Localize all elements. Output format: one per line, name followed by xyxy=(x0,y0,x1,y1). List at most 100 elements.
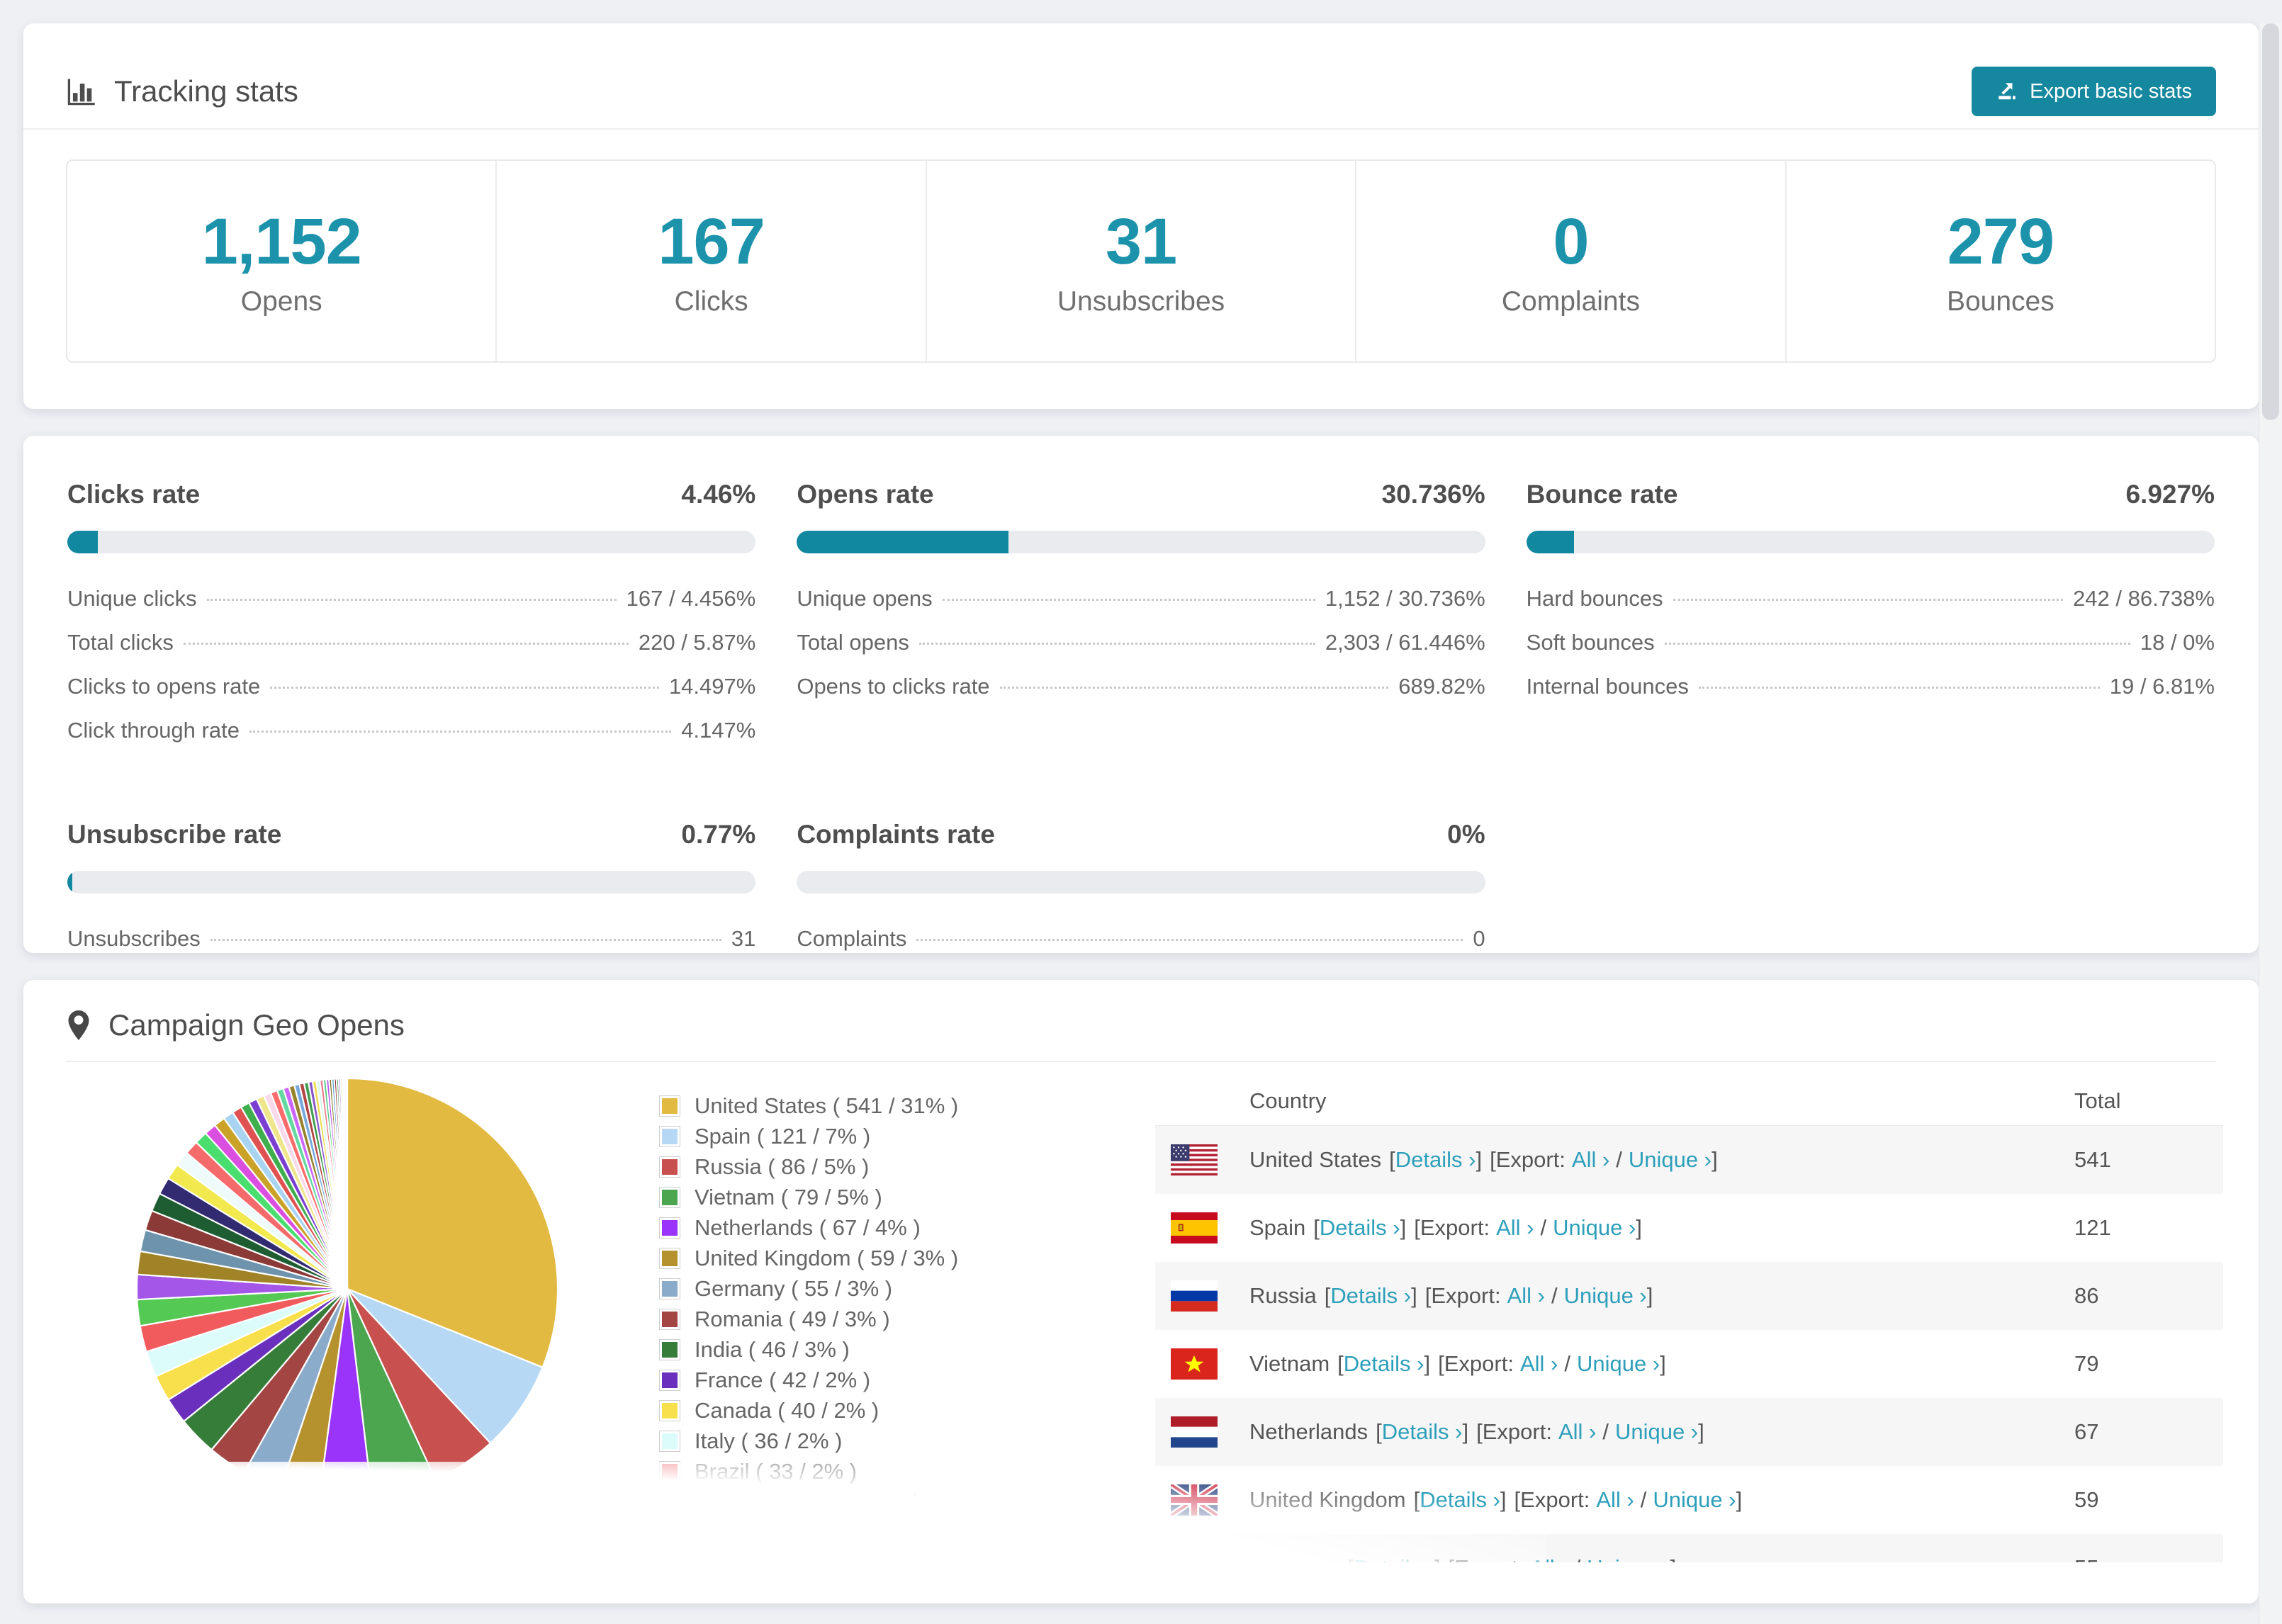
legend-swatch xyxy=(659,1278,680,1299)
export-all-link[interactable]: All › xyxy=(1530,1555,1568,1562)
unsubscribe-rate-title: Unsubscribe rate xyxy=(67,820,282,849)
export-all-link[interactable]: All › xyxy=(1507,1283,1545,1308)
export-unique-link[interactable]: Unique › xyxy=(1577,1351,1660,1376)
details-link[interactable]: Details › xyxy=(1395,1147,1476,1172)
dotted-leader xyxy=(999,687,1389,689)
geo-title-row: Campaign Geo Opens xyxy=(66,1008,2216,1042)
country-column-header: Country xyxy=(1249,1088,1327,1113)
export-all-link[interactable]: All › xyxy=(1558,1419,1596,1444)
stat-box-bounces: 279 Bounces xyxy=(1784,161,2215,361)
dotted-leader xyxy=(270,687,659,689)
legend-swatch xyxy=(659,1156,680,1178)
export-unique-link[interactable]: Unique › xyxy=(1653,1487,1736,1512)
total-value: 121 xyxy=(2074,1215,2111,1240)
dotted-leader xyxy=(206,599,617,601)
opens-rate-bar-fill xyxy=(797,531,1008,553)
export-all-link[interactable]: All › xyxy=(1520,1351,1558,1376)
legend-swatch xyxy=(659,1125,680,1147)
dotted-leader xyxy=(1673,599,2064,601)
stat-row: Unique opens 1,152 / 30.736% xyxy=(797,586,1485,611)
clicks-rate-value: 4.46% xyxy=(681,480,756,509)
export-basic-stats-button[interactable]: Export basic stats xyxy=(1972,67,2216,116)
total-value: 67 xyxy=(2074,1419,2099,1444)
complaints-rate-title: Complaints rate xyxy=(797,820,995,849)
details-link[interactable]: Details › xyxy=(1420,1487,1500,1512)
legend-item-india[interactable]: India ( 46 / 3% ) xyxy=(659,1334,1155,1365)
unsubscribes-count: 31 xyxy=(1105,205,1177,278)
export-icon xyxy=(1996,80,2018,103)
total-value: 86 xyxy=(2074,1283,2099,1308)
export-all-link[interactable]: All › xyxy=(1596,1487,1634,1512)
details-link[interactable]: Details › xyxy=(1382,1419,1463,1444)
legend-swatch xyxy=(659,1399,680,1421)
stat-row: Complaints 0 xyxy=(797,926,1485,951)
legend-item-united-kingdom[interactable]: United Kingdom ( 59 / 3% ) xyxy=(659,1243,1155,1273)
legend-item-france[interactable]: France ( 42 / 2% ) xyxy=(659,1365,1155,1395)
legend-swatch xyxy=(659,1338,680,1360)
export-unique-link[interactable]: Unique › xyxy=(1615,1419,1698,1444)
total-column-header: Total xyxy=(2074,1088,2121,1113)
table-row-united-states: United States [Details ›] [Export: All › / Un… xyxy=(1155,1126,2223,1194)
dotted-leader xyxy=(210,939,721,941)
legend-item-netherlands[interactable]: Netherlands ( 67 / 4% ) xyxy=(659,1212,1155,1243)
geo-opens-pie-chart[interactable] xyxy=(135,1076,560,1501)
legend-item-brazil[interactable]: Brazil ( 33 / 2% ) xyxy=(659,1456,1155,1487)
opens-count: 1,152 xyxy=(201,205,362,278)
details-link[interactable]: Details › xyxy=(1344,1351,1424,1376)
legend-item-vietnam[interactable]: Vietnam ( 79 / 5% ) xyxy=(659,1182,1155,1212)
details-link[interactable]: Details › xyxy=(1330,1283,1411,1308)
tracking-stats-card: Tracking stats Export basic stats 1,152 … xyxy=(23,23,2259,409)
opens-rate-title: Opens rate xyxy=(797,480,934,509)
flag-es-icon xyxy=(1171,1212,1218,1244)
legend-item-canada[interactable]: Canada ( 40 / 2% ) xyxy=(659,1395,1155,1426)
stat-row: Hard bounces 242 / 86.738% xyxy=(1526,586,2215,611)
table-row-netherlands: Netherlands [Details ›] [Export: All › / Uniq… xyxy=(1155,1398,2223,1466)
flag-nl-icon xyxy=(1171,1416,1218,1448)
opens-label: Opens xyxy=(240,286,322,317)
legend-swatch xyxy=(659,1217,680,1239)
complaints-label: Complaints xyxy=(1501,286,1640,317)
export-unique-link[interactable]: Unique › xyxy=(1587,1555,1670,1562)
total-value: 55 xyxy=(2057,1555,2223,1562)
dotted-leader xyxy=(942,599,1315,601)
details-link[interactable]: Details › xyxy=(1320,1215,1400,1240)
flag-vn-icon xyxy=(1171,1348,1218,1380)
export-unique-link[interactable]: Unique › xyxy=(1564,1283,1647,1308)
dotted-leader xyxy=(249,731,672,733)
scrollbar-thumb[interactable] xyxy=(2262,23,2279,420)
stat-row: Total opens 2,303 / 61.446% xyxy=(797,630,1485,655)
unsubscribes-label: Unsubscribes xyxy=(1057,286,1225,317)
export-all-link[interactable]: All › xyxy=(1496,1215,1534,1240)
stat-box-clicks: 167 Clicks xyxy=(495,161,925,361)
clicks-count: 167 xyxy=(658,205,765,278)
flag-us-icon xyxy=(1171,1144,1218,1175)
total-value: 541 xyxy=(2074,1147,2111,1172)
bar-chart-icon xyxy=(66,76,97,107)
details-link[interactable]: Details › xyxy=(1354,1555,1434,1562)
table-header: Country Total xyxy=(1155,1076,2223,1126)
legend-item-united-states[interactable]: United States ( 541 / 31% ) xyxy=(659,1090,1155,1121)
export-unique-link[interactable]: Unique › xyxy=(1629,1147,1712,1172)
legend-item-spain[interactable]: Spain ( 121 / 7% ) xyxy=(659,1121,1155,1151)
unsubscribe-rate-bar-fill xyxy=(67,871,73,893)
legend-item-romania[interactable]: Romania ( 49 / 3% ) xyxy=(659,1304,1155,1334)
stat-row: Internal bounces 19 / 6.81% xyxy=(1526,674,2215,699)
map-marker-icon xyxy=(66,1009,91,1042)
legend-item-south-africa[interactable]: South Africa ( 29 / 2% ) xyxy=(659,1487,1155,1517)
stat-row: Soft bounces 18 / 0% xyxy=(1526,630,2215,655)
export-all-link[interactable]: All › xyxy=(1572,1147,1609,1172)
legend-item-italy[interactable]: Italy ( 36 / 2% ) xyxy=(659,1426,1155,1456)
page-scrollbar[interactable] xyxy=(2259,23,2282,1624)
legend-item-germany[interactable]: Germany ( 55 / 3% ) xyxy=(659,1273,1155,1304)
clicks-rate-bar-fill xyxy=(67,531,99,553)
stat-row: Clicks to opens rate 14.497% xyxy=(67,674,756,699)
complaints-rate-value: 0% xyxy=(1447,820,1485,849)
flag-gb-icon xyxy=(1171,1484,1218,1516)
tracking-stats-title: Tracking stats xyxy=(66,74,298,108)
legend-item-russia[interactable]: Russia ( 86 / 5% ) xyxy=(659,1151,1155,1182)
stat-row: Total clicks 220 / 5.87% xyxy=(67,630,756,655)
export-button-label: Export basic stats xyxy=(2030,79,2192,103)
legend-swatch xyxy=(659,1186,680,1208)
export-unique-link[interactable]: Unique › xyxy=(1553,1215,1636,1240)
dotted-leader xyxy=(1664,643,2130,645)
